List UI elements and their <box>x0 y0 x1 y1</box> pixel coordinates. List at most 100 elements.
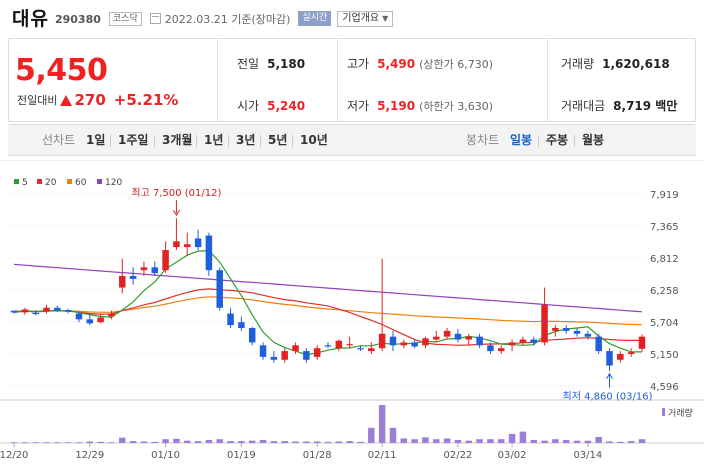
candle-body <box>313 348 321 357</box>
candle-body <box>595 336 602 352</box>
candle-body <box>10 310 18 313</box>
volume-bar <box>454 439 462 443</box>
candle-body <box>162 249 169 271</box>
tab-monthly-candle[interactable]: 월봉 <box>582 125 604 157</box>
volume-bar <box>238 441 245 443</box>
candle-body <box>584 333 592 337</box>
stat-prev-close: 전일 5,180 <box>237 55 305 72</box>
volume-bar <box>335 441 343 443</box>
volume-bar <box>86 441 94 443</box>
volume-bar <box>476 439 483 443</box>
legend-label: 120 <box>105 178 122 188</box>
calendar-icon <box>149 13 161 24</box>
change-label: 전일대비 <box>17 94 58 107</box>
volume-bar <box>151 441 159 443</box>
tab-separator <box>154 135 155 147</box>
volume-legend-swatch <box>662 408 665 416</box>
x-tick-label: 02/22 <box>444 450 473 461</box>
volume-bar <box>346 441 353 443</box>
tab-1year[interactable]: 1년 <box>204 125 223 157</box>
y-tick-label: 4,596 <box>650 382 679 393</box>
tab-separator <box>260 135 261 147</box>
x-tick-label: 03/14 <box>573 450 602 461</box>
candle-chart-label: 봉차트 <box>466 133 500 147</box>
candle-body <box>75 313 83 320</box>
change-value: 270 <box>74 91 106 109</box>
market-badge: 코스닥 <box>108 11 142 26</box>
stock-chart: 7,919 7,365 6,812 6,258 5,704 5,150 4,596 5 20 60… <box>0 159 704 466</box>
y-tick-label: 7,919 <box>650 190 679 201</box>
volume-bar <box>324 441 332 443</box>
price-summary: 5,450 전일대비 270 +5.21% 전일 5,180 시가 5,240 … <box>8 38 696 122</box>
volume-bar <box>183 440 191 443</box>
volume-bar <box>433 439 440 443</box>
candle-body <box>508 342 516 346</box>
tab-10year[interactable]: 10년 <box>300 125 328 157</box>
tab-1day[interactable]: 1일 <box>86 125 105 157</box>
tab-weekly-candle[interactable]: 주봉 <box>546 125 568 157</box>
volume-bar <box>411 439 418 443</box>
volume-bar <box>595 436 602 443</box>
volume-bar <box>303 441 310 443</box>
volume-bar <box>119 437 126 443</box>
candle-body <box>357 348 364 350</box>
volume-bar <box>162 439 169 443</box>
candle-body <box>108 313 115 317</box>
legend-swatch <box>97 179 102 184</box>
candle-body <box>433 336 440 340</box>
legend-label: 20 <box>45 178 57 188</box>
volume-bar <box>281 441 288 443</box>
corp-info-dropdown[interactable]: 기업개요 ▼ <box>337 10 394 27</box>
volume-bar <box>400 438 408 443</box>
tab-daily-candle[interactable]: 일봉 <box>510 125 532 157</box>
stat-label: 전일 <box>237 57 260 71</box>
volume-bar <box>519 431 527 443</box>
candle-body <box>617 353 624 360</box>
volume-bar <box>552 439 559 443</box>
stat-label: 거래대금 <box>561 99 606 113</box>
volume-bar <box>248 440 256 443</box>
volume-bar <box>194 441 202 443</box>
candle-body <box>541 304 548 343</box>
min-annotation: 최저 4,860 (03/16) <box>563 391 653 403</box>
divider <box>217 39 218 121</box>
tab-3month[interactable]: 3개월 <box>162 125 192 157</box>
legend-swatch <box>37 179 42 184</box>
candle-body <box>573 330 581 334</box>
divider <box>337 39 338 121</box>
realtime-button[interactable]: 실시간 <box>298 11 332 26</box>
x-tick-label: 01/19 <box>227 450 256 461</box>
x-tick-label: 12/29 <box>75 450 104 461</box>
stat-volume: 거래량 1,620,618 <box>561 55 670 72</box>
volume-bar <box>32 442 39 443</box>
candle-body <box>519 339 527 343</box>
volume-bar <box>422 437 429 443</box>
stock-name: 대유 <box>12 7 49 30</box>
corp-info-label: 기업개요 <box>342 12 380 24</box>
tab-1week[interactable]: 1주일 <box>118 125 148 157</box>
chevron-down-icon: ▼ <box>382 13 389 23</box>
candle-body <box>54 307 61 311</box>
stat-open: 시가 5,240 <box>237 97 305 114</box>
candle-body <box>476 336 483 346</box>
candle-body <box>21 309 29 313</box>
candle-body <box>465 336 473 340</box>
volume-bar <box>508 433 516 443</box>
volume-bar <box>465 440 473 443</box>
stat-value: 5,180 <box>267 57 306 71</box>
candle-body <box>552 327 559 331</box>
chart-period-tabs: 선차트 1일 1주일 3개월 1년 3년 5년 10년 봉차트 일봉 주봉 월봉 <box>8 124 696 156</box>
candle-body <box>346 344 353 346</box>
stat-value: 5,190 <box>377 99 416 113</box>
tab-5year[interactable]: 5년 <box>268 125 287 157</box>
candle-body <box>151 267 159 274</box>
candle-body <box>216 270 223 308</box>
stat-value: 8,719 백만 <box>613 99 678 113</box>
volume-bar <box>617 441 624 443</box>
tab-3year[interactable]: 3년 <box>236 125 255 157</box>
candle-body <box>422 338 429 346</box>
volume-bar <box>584 440 592 443</box>
volume-bar <box>21 442 29 443</box>
volume-bar <box>378 405 386 443</box>
legend-swatch <box>14 179 19 184</box>
